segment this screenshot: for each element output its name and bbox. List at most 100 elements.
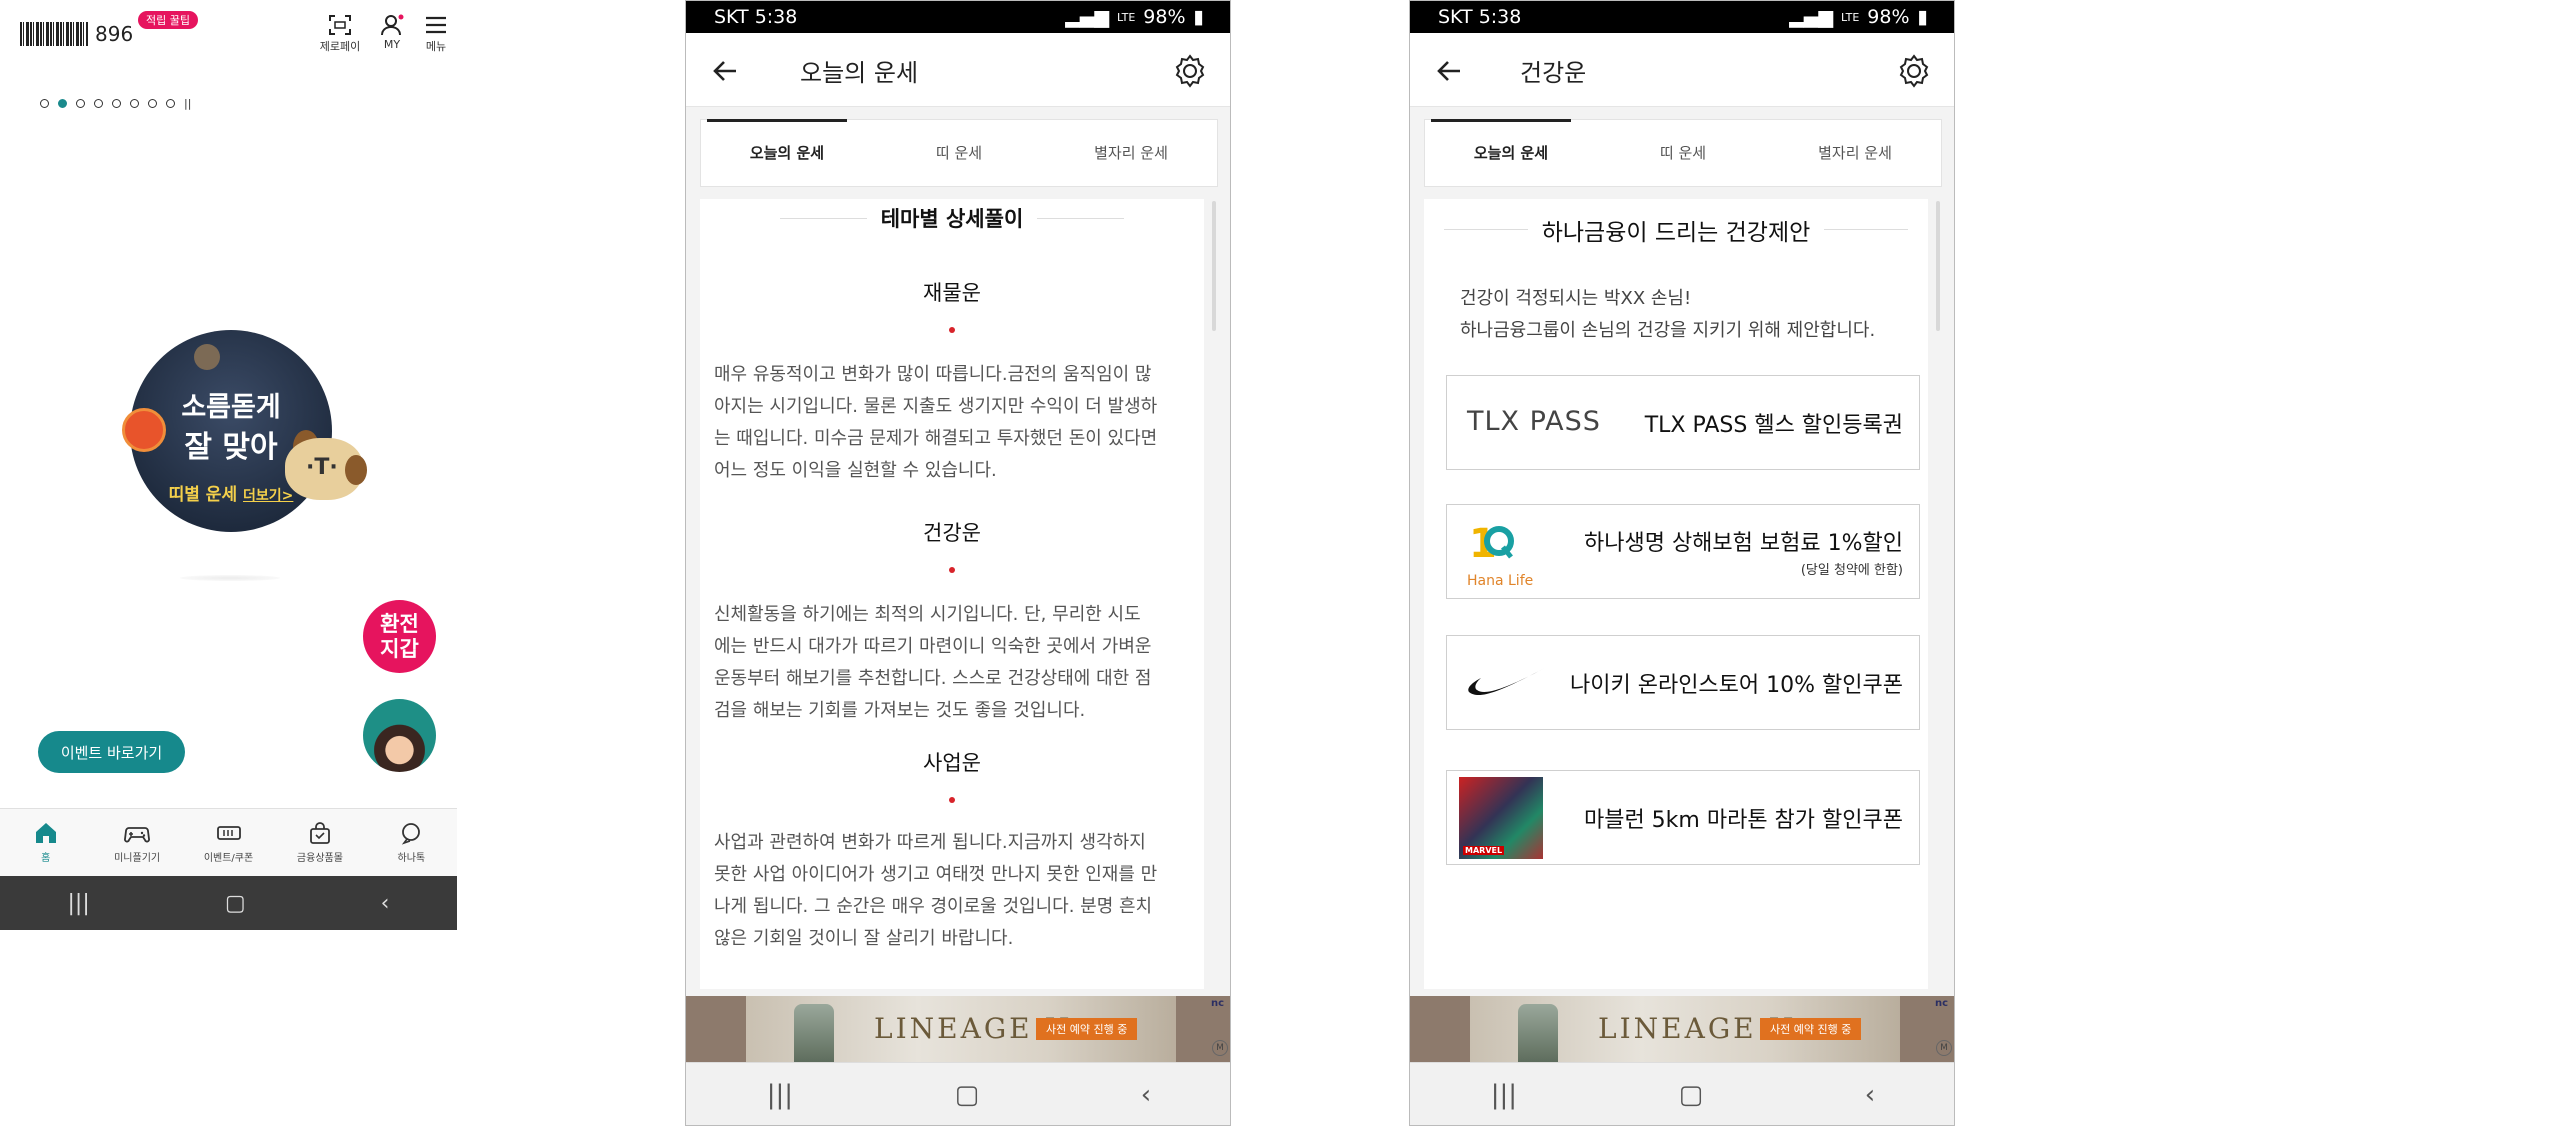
tab-today-fortune[interactable]: 오늘의 운세 bbox=[701, 119, 873, 186]
tab-zodiac-fortune[interactable]: 띠 운세 bbox=[1597, 120, 1769, 186]
back-nav-button[interactable]: ‹ bbox=[381, 891, 390, 916]
ad-image: LINEAGE II 사전 예약 진행 중 nc M bbox=[746, 996, 1228, 1062]
tab-mini-games[interactable]: 미니플기기 bbox=[91, 809, 182, 876]
gamepad-icon bbox=[124, 827, 151, 843]
points-value[interactable]: 896 bbox=[95, 22, 133, 46]
tab-events-coupons-label: 이벤트/쿠폰 bbox=[203, 853, 254, 864]
home-nav-button[interactable]: ▢ bbox=[955, 1080, 980, 1110]
gear-icon[interactable] bbox=[1170, 51, 1210, 91]
points-tip-badge[interactable]: 적립 꿀팁 bbox=[138, 11, 198, 29]
greeting-text: 건강이 걱정되시는 박XX 손님! 하나금융그룹이 손님의 건강을 지키기 위해… bbox=[1460, 283, 1920, 347]
tab-financial-mall[interactable]: 금융상품몰 bbox=[274, 809, 365, 876]
coupon-tlx-pass[interactable]: TLX PASS TLX PASS 헬스 할인등록권 bbox=[1446, 375, 1920, 470]
app-bar: 오늘의 운세 bbox=[686, 33, 1230, 107]
carousel-dot[interactable] bbox=[166, 99, 175, 108]
tab-constellation-fortune[interactable]: 별자리 운세 bbox=[1769, 120, 1941, 186]
text-line: 어느 정도 이익을 실현할 수 있습니다. bbox=[714, 460, 997, 481]
system-nav-bar: ||| ▢ ‹ bbox=[0, 876, 457, 930]
text-line: 검을 해보는 기회를 가져보는 것도 좋을 것입니다. bbox=[714, 700, 1086, 721]
business-heading: 사업운 bbox=[923, 751, 981, 775]
text-line: 신체활동을 하기에는 최적의 시기입니다. 단, 무리한 시도 bbox=[714, 604, 1141, 625]
recent-apps-button[interactable]: ||| bbox=[1491, 1080, 1517, 1110]
tab-mini-games-label: 미니플기기 bbox=[114, 853, 161, 864]
ad-banner[interactable]: LINEAGE II 사전 예약 진행 중 nc M bbox=[1410, 996, 1954, 1062]
tlx-pass-logo: TLX PASS bbox=[1467, 406, 1601, 437]
scrollbar[interactable] bbox=[1212, 201, 1216, 331]
carousel-dot-active[interactable] bbox=[58, 99, 67, 108]
carousel-dot[interactable] bbox=[76, 99, 85, 108]
carousel-dot[interactable] bbox=[40, 99, 49, 108]
barcode-icon[interactable] bbox=[20, 22, 88, 46]
carousel-indicator[interactable]: || bbox=[40, 97, 191, 110]
exchange-wallet-fab[interactable]: 환전 지갑 bbox=[363, 600, 436, 673]
hana-life-logo-icon: 1 bbox=[1469, 517, 1515, 567]
coupon-nike[interactable]: 나이키 온라인스토어 10% 할인쿠폰 bbox=[1446, 635, 1920, 730]
health-heading: 건강운 bbox=[923, 521, 981, 545]
text-line: 사업과 관련하여 변화가 따르게 됩니다.지금까지 생각하지 bbox=[714, 832, 1146, 853]
ad-info-icon[interactable]: M bbox=[1936, 1040, 1952, 1056]
status-bar: SKT 5:38 ▂▄▆ LTE 98% ▮ bbox=[1410, 1, 1954, 33]
tab-hana-talk-label: 하나톡 bbox=[397, 853, 426, 864]
carousel-pause-button[interactable]: || bbox=[184, 97, 191, 110]
system-nav-bar: ||| ▢ ‹ bbox=[686, 1062, 1230, 1125]
battery-icon: ▮ bbox=[1917, 6, 1928, 28]
home-nav-button[interactable]: ▢ bbox=[1679, 1080, 1704, 1110]
battery-level: 98% bbox=[1143, 6, 1186, 28]
text-line: 못한 사업 아이디어가 생기고 여태껏 만나지 못한 인재를 만 bbox=[714, 864, 1158, 885]
gear-icon[interactable] bbox=[1894, 51, 1934, 91]
wealth-dot bbox=[949, 327, 955, 333]
promo-more-link[interactable]: 더보기> bbox=[243, 488, 293, 504]
coupon-text: 마블런 5km 마라톤 참가 할인쿠폰 bbox=[1584, 771, 1903, 864]
ad-brand-label: nc bbox=[1935, 998, 1949, 1009]
scrollbar[interactable] bbox=[1936, 201, 1940, 331]
recent-apps-button[interactable]: ||| bbox=[767, 1080, 793, 1110]
coupon-text: TLX PASS 헬스 할인등록권 bbox=[1645, 376, 1903, 469]
status-time: SKT 5:38 bbox=[714, 6, 798, 28]
section-title-wrap: 테마별 상세풀이 bbox=[700, 203, 1204, 233]
carousel-dot[interactable] bbox=[94, 99, 103, 108]
coupon-title: 마블런 5km 마라톤 참가 할인쿠폰 bbox=[1583, 807, 1903, 833]
zeropay-button[interactable]: 제로페이 bbox=[318, 14, 362, 54]
menu-button[interactable]: 메뉴 bbox=[414, 14, 458, 54]
assistant-avatar-button[interactable] bbox=[363, 699, 436, 772]
tab-home[interactable]: 홈 bbox=[0, 809, 91, 876]
ad-preregister-button[interactable]: 사전 예약 진행 중 bbox=[1036, 1018, 1138, 1040]
tab-hana-talk[interactable]: 하나톡 bbox=[366, 809, 457, 876]
recent-apps-button[interactable]: ||| bbox=[68, 891, 90, 916]
business-dot bbox=[949, 797, 955, 803]
back-arrow-icon[interactable] bbox=[1430, 51, 1470, 91]
health-offer-content: 하나금융이 드리는 건강제안 건강이 걱정되시는 박XX 손님! 하나금융그룹이… bbox=[1424, 199, 1928, 989]
status-bar: SKT 5:38 ▂▄▆ LTE 98% ▮ bbox=[686, 1, 1230, 33]
marvel-run-poster-image: MARVEL bbox=[1459, 777, 1543, 859]
coupon-marvel-run[interactable]: MARVEL 마블런 5km 마라톤 참가 할인쿠폰 bbox=[1446, 770, 1920, 865]
text-line: 아지는 시기입니다. 물론 지출도 생기지만 수익이 더 발생하 bbox=[714, 396, 1158, 417]
back-nav-button[interactable]: ‹ bbox=[1865, 1080, 1875, 1110]
home-screen: 896 적립 꿀팁 제로페이 MY 메뉴 || 소름돋게 잘 맞아 띠별 운세 … bbox=[0, 0, 457, 932]
ad-character-image bbox=[794, 1004, 834, 1062]
my-button[interactable]: MY bbox=[370, 14, 414, 51]
tab-financial-mall-label: 금융상품몰 bbox=[296, 853, 343, 864]
text-line: 운동부터 해보기를 추천합니다. 스스로 건강상태에 대한 점 bbox=[714, 668, 1152, 689]
ad-banner[interactable]: LINEAGE II 사전 예약 진행 중 nc M bbox=[686, 996, 1230, 1062]
tab-home-label: 홈 bbox=[41, 853, 51, 864]
back-nav-button[interactable]: ‹ bbox=[1141, 1080, 1151, 1110]
carousel-dot[interactable] bbox=[130, 99, 139, 108]
health-text: 신체활동을 하기에는 최적의 시기입니다. 단, 무리한 시도 에는 반드시 대… bbox=[714, 599, 1198, 727]
text-line: 않은 기회일 것이니 잘 살리기 바랍니다. bbox=[714, 928, 1014, 949]
home-nav-button[interactable]: ▢ bbox=[225, 891, 246, 916]
my-label: MY bbox=[383, 38, 401, 51]
event-shortcut-button[interactable]: 이벤트 바로가기 bbox=[38, 731, 185, 773]
coupon-hana-life[interactable]: 1 Hana Life 하나생명 상해보험 보험료 1%할인 (당일 청약에 한… bbox=[1446, 504, 1920, 599]
ad-info-icon[interactable]: M bbox=[1212, 1040, 1228, 1056]
ad-preregister-button[interactable]: 사전 예약 진행 중 bbox=[1760, 1018, 1862, 1040]
tab-zodiac-fortune[interactable]: 띠 운세 bbox=[873, 120, 1045, 186]
person-icon bbox=[381, 14, 404, 36]
tab-events-coupons[interactable]: 이벤트/쿠폰 bbox=[183, 809, 274, 876]
tab-today-fortune[interactable]: 오늘의 운세 bbox=[1425, 119, 1597, 186]
tab-constellation-fortune[interactable]: 별자리 운세 bbox=[1045, 120, 1217, 186]
carousel-dot[interactable] bbox=[112, 99, 121, 108]
back-arrow-icon[interactable] bbox=[706, 51, 746, 91]
fortune-tabs: 오늘의 운세 띠 운세 별자리 운세 bbox=[700, 119, 1218, 187]
carousel-dot[interactable] bbox=[148, 99, 157, 108]
wealth-heading: 재물운 bbox=[923, 281, 981, 305]
